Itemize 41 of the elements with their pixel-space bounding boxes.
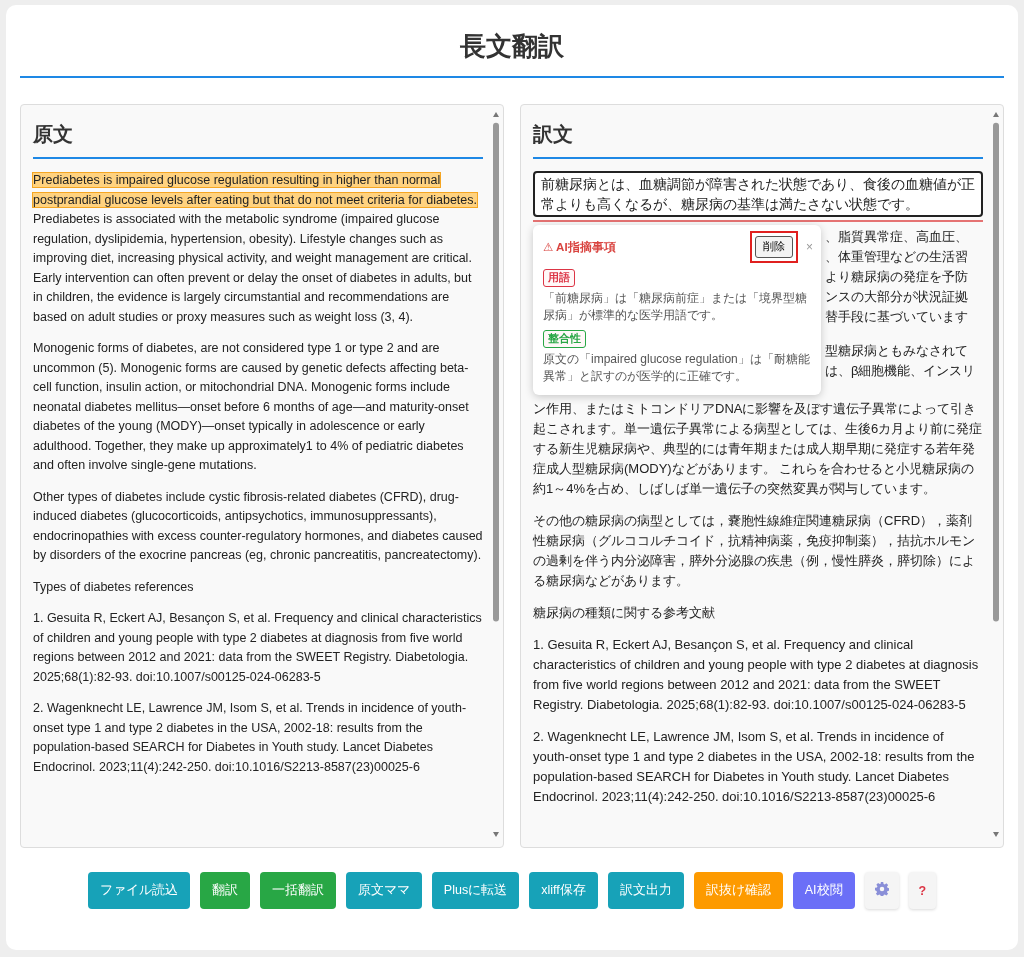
toolbar-button[interactable]: AI校閲	[792, 872, 855, 909]
delete-button[interactable]: 削除	[755, 236, 793, 258]
translation-paragraph: 1. Gesuita R, Eckert AJ, Besançon S, et al. Frequency and clinical characteristics of children and young people with type 2 diabetes at diagnosis from five world regions between 2012 and 2021: data from the SWEET Registry. Diabetologia. 2025;68(1):82-93. doi:10.1007/s00125-024-06283-5	[533, 636, 980, 714]
toolbar-button[interactable]: 訳抜け確認	[693, 872, 783, 909]
page-title: 長文翻訳	[20, 29, 1004, 78]
toolbar-button[interactable]: 一括翻訳	[259, 872, 336, 909]
translation-paragraph: ン作用、またはミトコンドリアDNAに影響を及ぼす遺伝子異常によって引き起こされます。単一遺伝子異常による病型としては、生後6カ月より前に発症する新生児糖尿病や、典型的には青年期または成人期早期に発症する若年発症成人型糖尿病(MODY)などがあります。 これらを合わせると小児糖尿病の約1～4%を占め、しばしば単一遺伝子の突然変異が関与しています。	[533, 400, 983, 498]
partial-text-line: より糖尿病の発症を予防	[825, 268, 969, 286]
help-button[interactable]: ?	[908, 872, 937, 909]
partial-text-line: 、体重管理などの生活習	[825, 248, 969, 266]
issue-tag: 用語	[543, 269, 575, 287]
popup-title: ⚠ AI指摘事項	[543, 239, 617, 255]
issue-text: 「前糖尿病」は「糖尿病前症」または「境界型糖尿病」が標準的な医学用語です。	[543, 290, 808, 324]
toolbar-button[interactable]: Plusに転送	[431, 872, 520, 909]
source-paragraph: Types of diabetes references	[33, 578, 195, 596]
close-button[interactable]: ×	[806, 240, 813, 254]
source-paragraph: 2. Wagenknecht LE, Lawrence JM, Isom S, et al. Trends in incidence of youth-onset type 1 and type 2 diabetes in the USA, 2002-18: results from the population-based SEARCH for Diabetes in Youth study. Lancet Diabetes Endocrinol. 2023;11(4):242-250. doi:10.1016/S2213-8587(23)00025-6	[33, 700, 468, 776]
toolbar-button[interactable]: 翻訳	[199, 872, 250, 909]
toolbar-button[interactable]: 原文ママ	[345, 872, 422, 909]
settings-button[interactable]	[864, 872, 899, 909]
partial-text-line: 型糖尿病ともみなされて	[825, 342, 969, 360]
panel-heading: 訳文	[533, 117, 983, 159]
source-paragraph: Monogenic forms of diabetes, are not considered type 1 or type 2 and are uncommon (5). Monogenic forms are caused by genetic defects affecting beta-cell function, insulin action, or mitochondrial DNA. Monogenic forms include neonatal diabetes mellitus—onset before 6 months of age—and maturity-onset diabetes of the young (MODY)—onset typically in adolescence or early adulthood. Together, they make up approximately1 to 4% of pediatric diabetes and often involve single-gene mutations.	[33, 340, 470, 474]
source-paragraph: 1. Gesuita R, Eckert AJ, Besançon S, et al. Frequency and clinical characteristics of children and young people with type 2 diabetes at diagnosis from five world regions between 2012 and 2021: data from the SWEET Registry. Diabetologia. 2025;68(1):82-93. doi:10.1007/s00125-024-06283-5	[33, 610, 483, 686]
partial-text-line: ンスの大部分が状況証拠	[825, 288, 969, 306]
translation-input-field[interactable]: 前糖尿病とは、血糖調節が障害された状態であり、食後の血糖値が正常よりも高くなるが、糖尿病の基準は満たさない状態です。	[533, 171, 983, 217]
toolbar-button[interactable]: ファイル読込	[87, 872, 190, 909]
source-paragraph: Other types of diabetes include cystic fibrosis-related diabetes (CFRD), drug-induced diabetes (glucocorticoids, antipsychotics, immunosuppressants), endocrinopathies with excess counter-regulatory hormones, and diabetes caused by disorders of the exocrine pancreas (eg, chronic pancreatitis, pancreatectomy).	[33, 488, 483, 564]
source-paragraph: Prediabetes is impaired glucose regulation resulting in higher than normal postprandial glucose levels after eating but that do not meet criteria for diabetes. Prediabetes is associated with the metabolic syndrome (impaired glucose regulation, dyslipidemia, hypertension, obesity). Lifestyle changes such as improving diet, increasing physical activity, and weight management are critical. Early intervention can often prevent or delay the onset of diabetes in adults, but in children, the evidence is largely circumstantial and recommendations are based on adult studies or proxy measures such as weight loss (3, 4).	[33, 172, 479, 326]
partial-text-line: 替手段に基づいています	[825, 308, 969, 326]
partial-text-line: 、脂質異常症、高血圧、	[825, 228, 969, 246]
issue-text: 原文の「impaired glucose regulation」は「耐糖能異常」と訳すのが医学的に正確です。	[543, 351, 811, 385]
partial-text-line: は、β細胞機能、インスリ	[825, 362, 977, 380]
translation-paragraph: 2. Wagenknecht LE, Lawrence JM, Isom S, et al. Trends in incidence of youth-onset type 1 and type 2 diabetes in the USA, 2002-18: results from the population-based SEARCH for Diabetes in Youth study. Lancet Diabetes Endocrinol. 2023;11(4):242-250. doi:10.1016/S2213-8587(23)00025-6	[533, 728, 976, 806]
toolbar-button[interactable]: xliff保存	[529, 872, 598, 909]
toolbar-button[interactable]: 訳文出力	[607, 872, 684, 909]
translation-paragraph: 糖尿病の種類に関する参考文献	[533, 604, 716, 622]
settings-icon	[874, 882, 889, 896]
panel-heading: 原文	[33, 117, 483, 159]
translation-paragraph: その他の糖尿病の病型としては，嚢胞性線維症関連糖尿病（CFRD），薬剤性糖尿病（グルココルチコイド，抗精神病薬，免疫抑制薬），拮抗ホルモンの過剰を伴う内分泌障害，膵外分泌腺の疾患（例，慢性膵炎，膵切除）による糖尿病などがあります。	[533, 512, 976, 590]
issue-tag: 整合性	[543, 330, 586, 348]
